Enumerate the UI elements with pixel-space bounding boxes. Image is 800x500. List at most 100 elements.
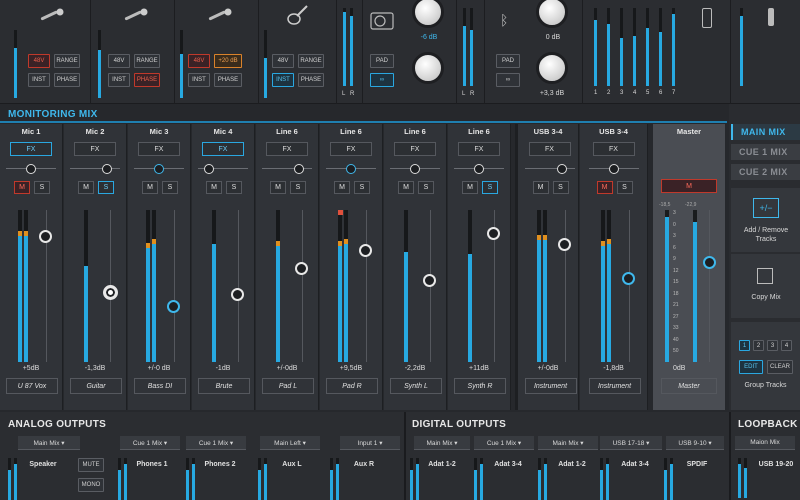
fx-button[interactable]: FX	[528, 142, 571, 156]
master-fader-knob[interactable]	[703, 256, 716, 269]
fader-knob[interactable]	[557, 238, 571, 251]
pan-knob[interactable]	[294, 164, 304, 174]
loopback-tab[interactable]: Maion Mix	[735, 436, 795, 450]
fx-button[interactable]: FX	[10, 142, 52, 156]
fx-button[interactable]: FX	[592, 142, 635, 156]
mute-button[interactable]: M	[596, 181, 613, 194]
phase-button[interactable]: PHASE	[134, 73, 160, 87]
mute-button[interactable]: M	[532, 181, 549, 194]
phase-button[interactable]: PHASE	[54, 73, 80, 87]
tab-cue-2-mix[interactable]: CUE 2 MIX	[731, 164, 800, 180]
output-source-tab[interactable]: Cue 1 Mix ▾	[186, 436, 246, 450]
mute-button[interactable]: MUTE	[78, 458, 104, 472]
track-name[interactable]: Guitar	[70, 378, 122, 394]
group-1-button[interactable]: 1	[739, 340, 750, 351]
gain-knob-4[interactable]	[536, 52, 568, 84]
pan-knob[interactable]	[102, 164, 112, 174]
mute-button[interactable]: M	[142, 181, 158, 194]
solo-button[interactable]: S	[354, 181, 370, 194]
phase-button[interactable]: PHASE	[214, 73, 242, 87]
pan-knob[interactable]	[608, 164, 619, 174]
fx-button[interactable]: FX	[394, 142, 436, 156]
inst-button[interactable]: INST	[272, 73, 294, 87]
fader-knob[interactable]	[487, 227, 500, 240]
solo-button[interactable]: S	[552, 181, 569, 194]
output-source-tab[interactable]: Input 1 ▾	[340, 436, 400, 450]
solo-button[interactable]: S	[226, 181, 242, 194]
pan-slider[interactable]	[6, 164, 56, 174]
track-name[interactable]: Brute	[198, 378, 250, 394]
phase-button[interactable]: PHASE	[298, 73, 324, 87]
mute-button[interactable]: M	[78, 181, 94, 194]
solo-button[interactable]: S	[162, 181, 178, 194]
solo-button[interactable]: S	[98, 181, 114, 194]
inst-button[interactable]: INST	[28, 73, 50, 87]
solo-button[interactable]: S	[34, 181, 50, 194]
fader-knob[interactable]	[103, 285, 118, 300]
solo-button[interactable]: S	[290, 181, 306, 194]
pan-slider[interactable]	[326, 164, 376, 174]
track-name[interactable]: Instrument	[588, 378, 641, 394]
range-button[interactable]: RANGE	[298, 54, 324, 68]
group-4-button[interactable]: 4	[781, 340, 792, 351]
pan-knob[interactable]	[410, 164, 420, 174]
pan-slider[interactable]	[454, 164, 504, 174]
fader-knob[interactable]	[359, 244, 372, 257]
group-3-button[interactable]: 3	[767, 340, 778, 351]
pad-button[interactable]: PAD	[370, 54, 394, 68]
pan-slider[interactable]	[524, 164, 575, 174]
inst-button[interactable]: INST	[188, 73, 210, 87]
copy-mix-button[interactable]: Copy Mix	[731, 254, 800, 318]
pan-slider[interactable]	[70, 164, 120, 174]
fx-button[interactable]: FX	[138, 142, 180, 156]
master-mute-button[interactable]: M	[661, 179, 717, 193]
track-name[interactable]: Synth R	[454, 378, 506, 394]
pan-knob[interactable]	[26, 164, 36, 174]
track-name[interactable]: Synth L	[390, 378, 442, 394]
pan-slider[interactable]	[134, 164, 184, 174]
range-button[interactable]: RANGE	[134, 54, 160, 68]
range-button[interactable]: RANGE	[54, 54, 80, 68]
fader-knob[interactable]	[621, 272, 635, 285]
pan-knob[interactable]	[154, 164, 164, 174]
pan-knob[interactable]	[346, 164, 356, 174]
inst-button[interactable]: INST	[108, 73, 130, 87]
output-source-tab[interactable]: Cue 1 Mix ▾	[120, 436, 180, 450]
link-button[interactable]: ∞	[370, 73, 394, 87]
mono-button[interactable]: MONO	[78, 478, 104, 492]
track-name[interactable]: Pad R	[326, 378, 378, 394]
link-button-2[interactable]: ∞	[496, 73, 520, 87]
48v-button[interactable]: 48V	[188, 54, 210, 68]
track-name[interactable]: U 87 Vox	[6, 378, 58, 394]
fader-knob[interactable]	[295, 262, 308, 275]
output-source-tab[interactable]: Main Left ▾	[260, 436, 320, 450]
pad-button-2[interactable]: PAD	[496, 54, 520, 68]
output-source-tab[interactable]: Main Mix ▾	[538, 436, 598, 450]
fx-button[interactable]: FX	[458, 142, 500, 156]
output-source-tab[interactable]: USB 17-18 ▾	[600, 436, 662, 450]
48v-button[interactable]: 48V	[28, 54, 50, 68]
gain-knob-3[interactable]	[536, 0, 568, 28]
solo-button[interactable]: S	[418, 181, 434, 194]
output-source-tab[interactable]: Main Mix ▾	[414, 436, 470, 450]
pan-slider[interactable]	[588, 164, 639, 174]
fx-button[interactable]: FX	[330, 142, 372, 156]
fader-knob[interactable]	[423, 274, 436, 287]
solo-button[interactable]: S	[482, 181, 498, 194]
pan-knob[interactable]	[474, 164, 484, 174]
pan-slider[interactable]	[390, 164, 440, 174]
mute-button[interactable]: M	[270, 181, 286, 194]
tab-main-mix[interactable]: MAIN MIX	[731, 124, 800, 140]
mute-button[interactable]: M	[398, 181, 414, 194]
mute-button[interactable]: M	[206, 181, 222, 194]
add-remove-tracks-button[interactable]: +/− Add / Remove Tracks	[731, 188, 800, 252]
fx-button[interactable]: FX	[202, 142, 244, 156]
48v-button[interactable]: 48V	[272, 54, 294, 68]
edit-button[interactable]: EDIT	[739, 360, 763, 374]
master-track-name[interactable]: Master	[661, 378, 717, 394]
mute-button[interactable]: M	[14, 181, 30, 194]
output-source-tab[interactable]: Main Mix ▾	[18, 436, 80, 450]
mute-button[interactable]: M	[334, 181, 350, 194]
48v-button[interactable]: 48V	[108, 54, 130, 68]
fader-knob[interactable]	[231, 288, 244, 301]
